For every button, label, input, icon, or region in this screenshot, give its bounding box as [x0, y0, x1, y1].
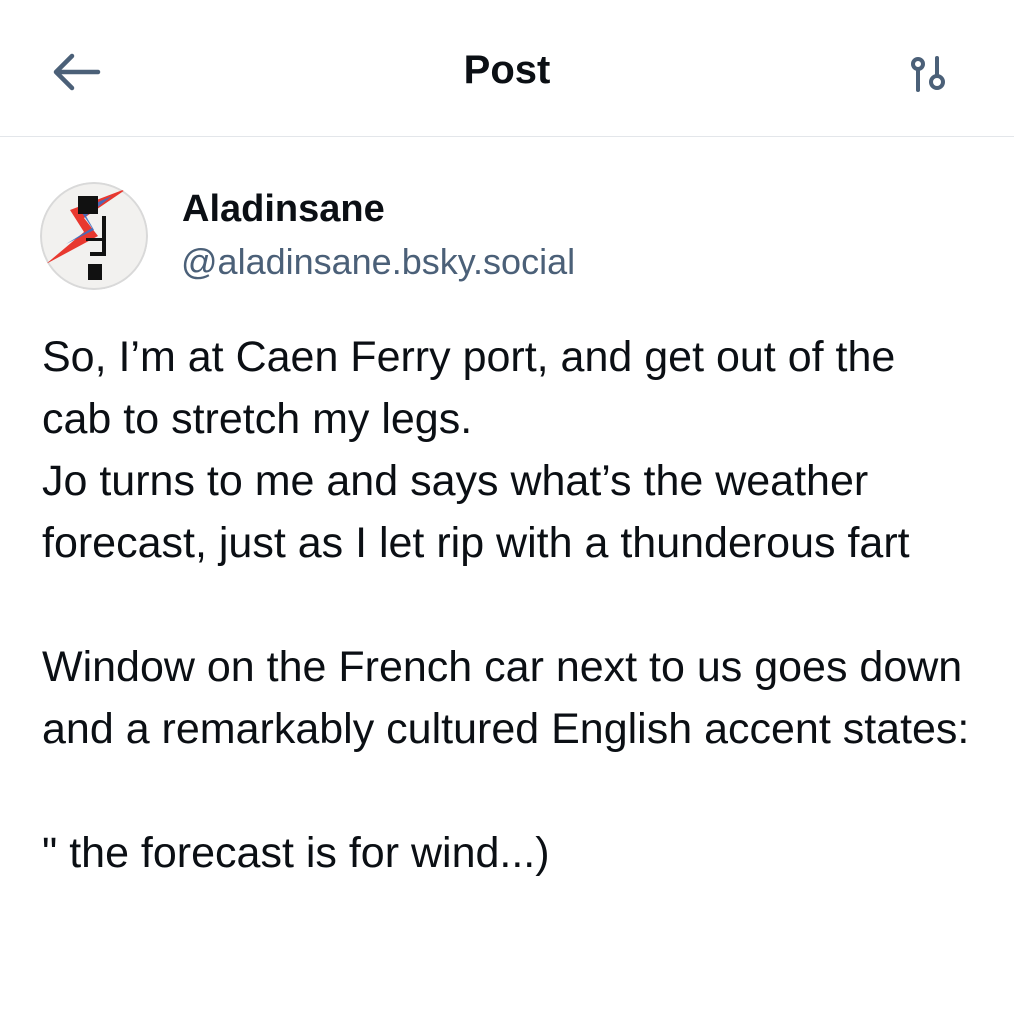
post-paragraph: Window on the French car next to us goes…: [42, 643, 970, 753]
sliders-icon: [911, 56, 945, 92]
post-body: So, I’m at Caen Ferry port, and get out …: [42, 326, 972, 884]
post-paragraph: Jo turns to me and says what’s the weath…: [42, 457, 910, 567]
app-header: Post: [0, 0, 1014, 137]
thread-settings-button[interactable]: [896, 44, 960, 104]
avatar[interactable]: [40, 182, 148, 290]
post-paragraph: So, I’m at Caen Ferry port, and get out …: [42, 333, 896, 443]
post-author: Aladinsane @aladinsane.bsky.social: [40, 180, 980, 290]
avatar-image: [40, 182, 148, 290]
post-paragraph: " the forecast is for wind...): [42, 829, 550, 877]
author-handle[interactable]: @aladinsane.bsky.social: [181, 238, 575, 286]
author-display-name[interactable]: Aladinsane: [182, 184, 385, 234]
page-title: Post: [463, 48, 551, 92]
